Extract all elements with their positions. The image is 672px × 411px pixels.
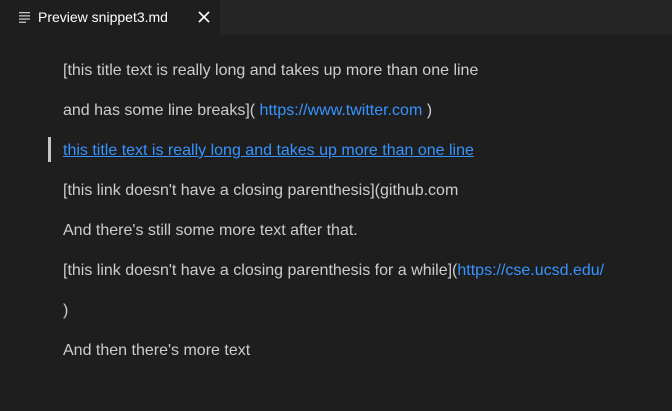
editor-tab-bar: Preview snippet3.md: [0, 0, 672, 35]
line-text: and has some line breaks](: [63, 102, 256, 119]
current-line-indicator: [48, 137, 51, 162]
preview-line: and has some line breaks]( https://www.t…: [63, 101, 432, 121]
cse-ucsd-link[interactable]: https://cse.ucsd.edu/: [457, 262, 604, 279]
preview-line: [this link doesn't have a closing parent…: [63, 182, 459, 199]
line-text: ): [426, 102, 433, 119]
line-text: [this link doesn't have a closing parent…: [63, 262, 458, 279]
preview-line: And there's still some more text after t…: [63, 222, 358, 239]
twitter-link[interactable]: https://www.twitter.com: [255, 102, 427, 119]
preview-line: [this title text is really long and take…: [63, 62, 479, 79]
tab-preview-snippet3[interactable]: Preview snippet3.md: [0, 0, 220, 35]
markdown-preview: [this title text is really long and take…: [0, 35, 672, 411]
preview-line: [this link doesn't have a closing parent…: [63, 261, 604, 281]
preview-line: And then there's more text: [63, 342, 251, 359]
preview-line: ): [63, 302, 69, 319]
preview-icon: [19, 12, 30, 23]
close-icon[interactable]: [197, 10, 211, 24]
preview-line: this title text is really long and takes…: [63, 141, 474, 161]
tab-title: Preview snippet3.md: [38, 9, 168, 25]
title-text-link[interactable]: this title text is really long and takes…: [63, 142, 474, 159]
